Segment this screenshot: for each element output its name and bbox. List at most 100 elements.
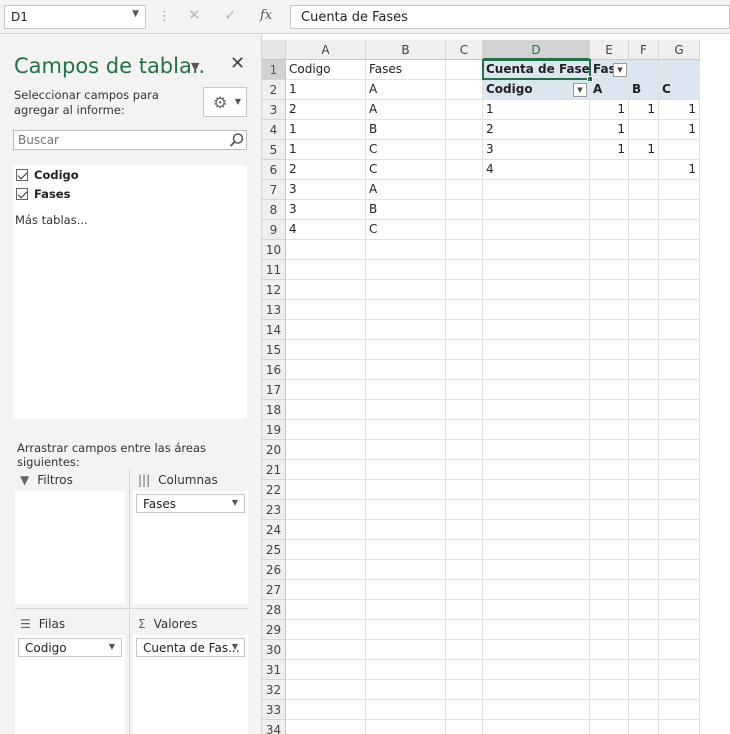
pane-options-icon[interactable]: ▼	[191, 60, 199, 73]
empty-cell[interactable]	[446, 700, 483, 720]
empty-cell[interactable]	[483, 640, 590, 660]
empty-cell[interactable]	[483, 440, 590, 460]
empty-cell[interactable]	[446, 460, 483, 480]
pivot-row-label[interactable]: 2	[483, 120, 590, 140]
empty-cell[interactable]	[446, 220, 483, 240]
empty-cell[interactable]	[659, 500, 700, 520]
empty-cell[interactable]	[629, 520, 659, 540]
empty-cell[interactable]	[483, 720, 590, 734]
row-header-20[interactable]: 20	[262, 440, 286, 460]
chevron-down-icon[interactable]: ▼	[109, 642, 115, 651]
empty-cell[interactable]	[590, 260, 629, 280]
empty-cell[interactable]	[590, 480, 629, 500]
empty-cell[interactable]	[659, 360, 700, 380]
pivot-value-cell[interactable]	[590, 160, 629, 180]
empty-cell[interactable]	[446, 100, 483, 120]
empty-cell[interactable]	[629, 420, 659, 440]
empty-cell[interactable]	[629, 560, 659, 580]
empty-cell[interactable]	[286, 280, 366, 300]
column-header-g[interactable]: G	[659, 40, 700, 60]
empty-cell[interactable]	[629, 640, 659, 660]
empty-cell[interactable]	[366, 500, 446, 520]
empty-cell[interactable]	[366, 580, 446, 600]
empty-cell[interactable]	[286, 240, 366, 260]
empty-cell[interactable]	[590, 460, 629, 480]
empty-cell[interactable]	[366, 600, 446, 620]
empty-cell[interactable]	[590, 700, 629, 720]
pivot-column-label[interactable]: C	[659, 80, 700, 100]
empty-cell[interactable]	[629, 280, 659, 300]
empty-cell[interactable]	[446, 560, 483, 580]
empty-cell[interactable]	[483, 600, 590, 620]
empty-cell[interactable]	[366, 620, 446, 640]
empty-cell[interactable]	[366, 680, 446, 700]
worksheet-grid[interactable]: A B C D E F G 1 2 3 4 5 6 7 8 9 10 11 12 13 14 15 16 17 18 19 20 21…	[262, 40, 730, 734]
empty-cell[interactable]	[366, 460, 446, 480]
empty-cell[interactable]	[629, 680, 659, 700]
empty-cell[interactable]	[659, 240, 700, 260]
empty-cell[interactable]	[366, 700, 446, 720]
empty-cell[interactable]	[659, 580, 700, 600]
empty-cell[interactable]	[446, 240, 483, 260]
empty-cell[interactable]	[446, 620, 483, 640]
empty-cell[interactable]	[590, 580, 629, 600]
empty-cell[interactable]	[590, 540, 629, 560]
row-header-21[interactable]: 21	[262, 460, 286, 480]
pivot-column-label[interactable]: A	[590, 80, 629, 100]
empty-cell[interactable]	[286, 580, 366, 600]
pivot-value-header[interactable]: Cuenta de Fases	[483, 60, 590, 80]
empty-cell[interactable]	[483, 240, 590, 260]
empty-cell[interactable]	[286, 720, 366, 734]
source-data-cell[interactable]: A	[366, 180, 446, 200]
checkbox-checked-icon[interactable]	[16, 188, 28, 200]
empty-cell[interactable]	[629, 200, 659, 220]
empty-cell[interactable]	[483, 200, 590, 220]
pivot-column-label[interactable]: B	[629, 80, 659, 100]
column-header-c[interactable]: C	[446, 40, 483, 60]
empty-cell[interactable]	[590, 500, 629, 520]
row-header-3[interactable]: 3	[262, 100, 286, 120]
pivot-value-cell[interactable]: 1	[590, 140, 629, 160]
pivot-value-cell[interactable]	[629, 120, 659, 140]
source-data-cell[interactable]: C	[366, 220, 446, 240]
empty-cell[interactable]	[590, 520, 629, 540]
values-drop-area[interactable]: Cuenta de Fas... ▼	[133, 635, 248, 734]
row-header-15[interactable]: 15	[262, 340, 286, 360]
empty-cell[interactable]	[286, 680, 366, 700]
empty-cell[interactable]	[446, 480, 483, 500]
column-header-d[interactable]: D	[483, 40, 590, 60]
source-data-cell[interactable]: 1	[286, 140, 366, 160]
pivot-row-label[interactable]: 4	[483, 160, 590, 180]
source-header-cell[interactable]: Fases	[366, 60, 446, 80]
empty-cell[interactable]	[483, 380, 590, 400]
row-header-6[interactable]: 6	[262, 160, 286, 180]
row-header-26[interactable]: 26	[262, 560, 286, 580]
row-header-1[interactable]: 1	[262, 60, 286, 80]
empty-cell[interactable]	[659, 400, 700, 420]
close-icon[interactable]: ✕	[230, 53, 245, 74]
empty-cell[interactable]	[446, 660, 483, 680]
empty-cell[interactable]	[446, 400, 483, 420]
empty-cell[interactable]	[483, 680, 590, 700]
empty-cell[interactable]	[590, 180, 629, 200]
empty-cell[interactable]	[590, 720, 629, 734]
columns-drop-area[interactable]: Fases ▼	[133, 491, 248, 604]
empty-cell[interactable]	[483, 180, 590, 200]
empty-cell[interactable]	[446, 380, 483, 400]
row-header-4[interactable]: 4	[262, 120, 286, 140]
empty-cell[interactable]	[446, 120, 483, 140]
empty-cell[interactable]	[629, 240, 659, 260]
empty-cell[interactable]	[286, 480, 366, 500]
source-data-cell[interactable]: 1	[286, 120, 366, 140]
empty-cell[interactable]	[590, 400, 629, 420]
empty-cell[interactable]	[629, 400, 659, 420]
empty-cell[interactable]	[629, 660, 659, 680]
empty-cell[interactable]	[483, 220, 590, 240]
empty-cell[interactable]	[366, 640, 446, 660]
empty-cell[interactable]	[446, 420, 483, 440]
empty-cell[interactable]	[366, 340, 446, 360]
empty-cell[interactable]	[483, 300, 590, 320]
row-header-29[interactable]: 29	[262, 620, 286, 640]
empty-cell[interactable]	[659, 260, 700, 280]
field-fases[interactable]: Fases	[16, 185, 70, 203]
